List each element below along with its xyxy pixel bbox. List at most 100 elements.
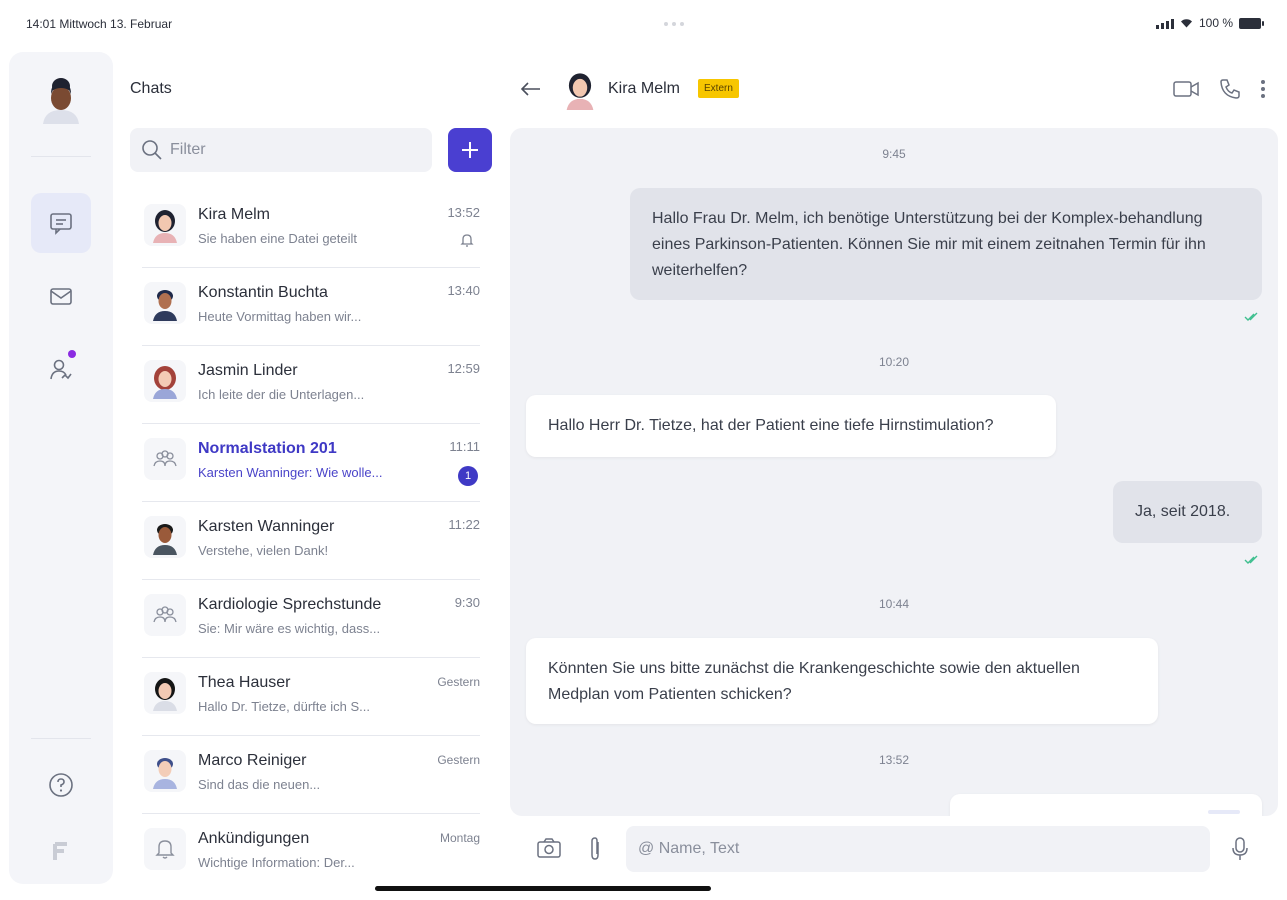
chat-preview: Sie haben eine Datei geteilt <box>198 231 358 246</box>
chat-list-item[interactable]: Kira Melm Sie haben eine Datei geteilt 1… <box>142 190 480 268</box>
avatar <box>144 750 186 792</box>
message-timestamp: 10:20 <box>878 355 910 369</box>
wifi-icon <box>1180 19 1192 28</box>
phone-icon[interactable] <box>1218 77 1242 101</box>
filter-field[interactable] <box>130 128 432 172</box>
chat-time: Gestern <box>437 675 480 689</box>
battery-percent: 100 % <box>1198 16 1233 30</box>
logo-icon <box>53 842 67 860</box>
chat-list-item[interactable]: Normalstation 201 Karsten Wanninger: Wie… <box>142 424 480 502</box>
chat-list-item[interactable]: Thea Hauser Hallo Dr. Tietze, dürfte ich… <box>142 658 480 736</box>
chat-name: Jasmin Linder <box>198 362 298 379</box>
chat-list-item[interactable]: Karsten Wanninger Verstehe, vielen Dank!… <box>142 502 480 580</box>
nav-contacts[interactable] <box>31 340 91 400</box>
multitasking-dots[interactable] <box>664 22 688 26</box>
avatar <box>144 438 186 480</box>
bell-icon <box>155 840 175 859</box>
chat-name: Kardiologie Sprechstunde <box>198 596 382 613</box>
message-file-attachment[interactable] <box>950 794 1262 816</box>
contacts-icon <box>50 359 72 380</box>
more-options-icon[interactable] <box>1260 78 1266 100</box>
message-timestamp: 10:44 <box>878 597 910 611</box>
chat-name: Kira Melm <box>198 206 271 223</box>
nav-help[interactable] <box>31 755 91 815</box>
chat-time: 11:11 <box>449 439 480 454</box>
chat-preview: Heute Vormittag haben wir... <box>198 309 362 324</box>
chat-preview: Sie: Mir wäre es wichtig, dass... <box>198 621 381 636</box>
message-timestamp: 13:52 <box>878 753 910 767</box>
navigation-rail <box>9 52 113 884</box>
chat-icon <box>50 213 72 235</box>
chat-name: Marco Reiniger <box>198 752 307 769</box>
chat-list-item[interactable]: Kardiologie Sprechstunde Sie: Mir wäre e… <box>142 580 480 658</box>
message-composer <box>510 826 1280 874</box>
mail-icon <box>50 288 72 305</box>
back-arrow-icon[interactable] <box>520 80 542 98</box>
contacts-notification-dot <box>68 350 76 358</box>
chat-list-item[interactable]: Ankündigungen Wichtige Information: Der.… <box>142 814 480 892</box>
message-outgoing[interactable]: Hallo Frau Dr. Melm, ich benötige Unters… <box>630 188 1262 300</box>
message-incoming[interactable]: Hallo Herr Dr. Tietze, hat der Patient e… <box>526 395 1056 457</box>
avatar <box>144 672 186 714</box>
chat-preview: Karsten Wanninger: Wie wolle... <box>198 465 383 480</box>
avatar <box>144 204 186 246</box>
extern-badge: Extern <box>698 79 739 98</box>
message-timestamp: 9:45 <box>882 147 906 161</box>
chats-title: Chats <box>130 80 172 97</box>
app-logo <box>31 822 91 882</box>
message-incoming[interactable]: Könnten Sie uns bitte zunächst die Krank… <box>526 638 1158 724</box>
nav-chats[interactable] <box>31 193 91 253</box>
chat-name: Thea Hauser <box>198 674 291 691</box>
avatar <box>144 594 186 636</box>
rail-divider <box>31 156 91 157</box>
chat-time: 13:52 <box>447 205 480 220</box>
user-avatar[interactable] <box>39 72 83 124</box>
chat-preview: Hallo Dr. Tietze, dürfte ich S... <box>198 699 370 714</box>
chat-preview: Wichtige Information: Der... <box>198 855 355 870</box>
home-indicator[interactable] <box>375 886 711 891</box>
chat-time: 9:30 <box>454 595 480 610</box>
chat-preview: Sind das die neuen... <box>198 777 321 792</box>
chat-preview: Verstehe, vielen Dank! <box>198 543 329 558</box>
avatar <box>144 282 186 324</box>
battery-icon <box>1239 17 1264 29</box>
chat-name: Karsten Wanninger <box>198 518 335 535</box>
chat-time: 12:59 <box>447 361 480 376</box>
help-icon <box>49 773 73 797</box>
chat-list-item[interactable]: Marco Reiniger Sind das die neuen... Ges… <box>142 736 480 814</box>
status-bar: 14:01 Mittwoch 13. Februar 100 % <box>0 0 1287 46</box>
contact-avatar[interactable] <box>562 70 598 110</box>
rail-divider <box>31 738 91 739</box>
camera-icon[interactable] <box>536 836 562 860</box>
message-area[interactable]: 9:45 Hallo Frau Dr. Melm, ich benötige U… <box>510 128 1278 816</box>
chat-time: 13:40 <box>447 283 480 298</box>
video-call-icon[interactable] <box>1172 78 1200 100</box>
new-chat-button[interactable] <box>448 128 492 172</box>
chat-list-item[interactable]: Konstantin Buchta Heute Vormittag haben … <box>142 268 480 346</box>
chat-time: Montag <box>439 831 480 845</box>
chat-name: Konstantin Buchta <box>198 284 328 301</box>
nav-mail[interactable] <box>31 266 91 326</box>
group-icon <box>153 450 177 467</box>
group-icon <box>153 606 177 623</box>
chat-name: Normalstation 201 <box>198 440 337 457</box>
conversation-actions <box>1172 77 1266 101</box>
message-outgoing[interactable]: Ja, seit 2018. <box>1113 481 1262 543</box>
filter-input[interactable] <box>170 128 420 172</box>
chat-list-item[interactable]: Jasmin Linder Ich leite der die Unterlag… <box>142 346 480 424</box>
attachment-icon[interactable] <box>586 836 604 862</box>
avatar <box>144 516 186 558</box>
microphone-icon[interactable] <box>1230 836 1250 862</box>
chat-preview: Ich leite der die Unterlagen... <box>198 387 365 402</box>
signal-icon <box>1155 18 1174 29</box>
read-check-icon <box>1244 312 1258 321</box>
read-check-icon <box>1244 555 1258 564</box>
status-indicators: 100 % <box>1155 16 1264 30</box>
file-icon <box>1208 810 1240 814</box>
contact-name[interactable]: Kira Melm <box>608 80 680 98</box>
chat-time: 11:22 <box>448 517 480 532</box>
chat-name: Ankündigungen <box>198 830 310 847</box>
chat-time: Gestern <box>437 753 480 767</box>
search-icon <box>142 140 162 160</box>
message-input[interactable] <box>626 826 1210 872</box>
